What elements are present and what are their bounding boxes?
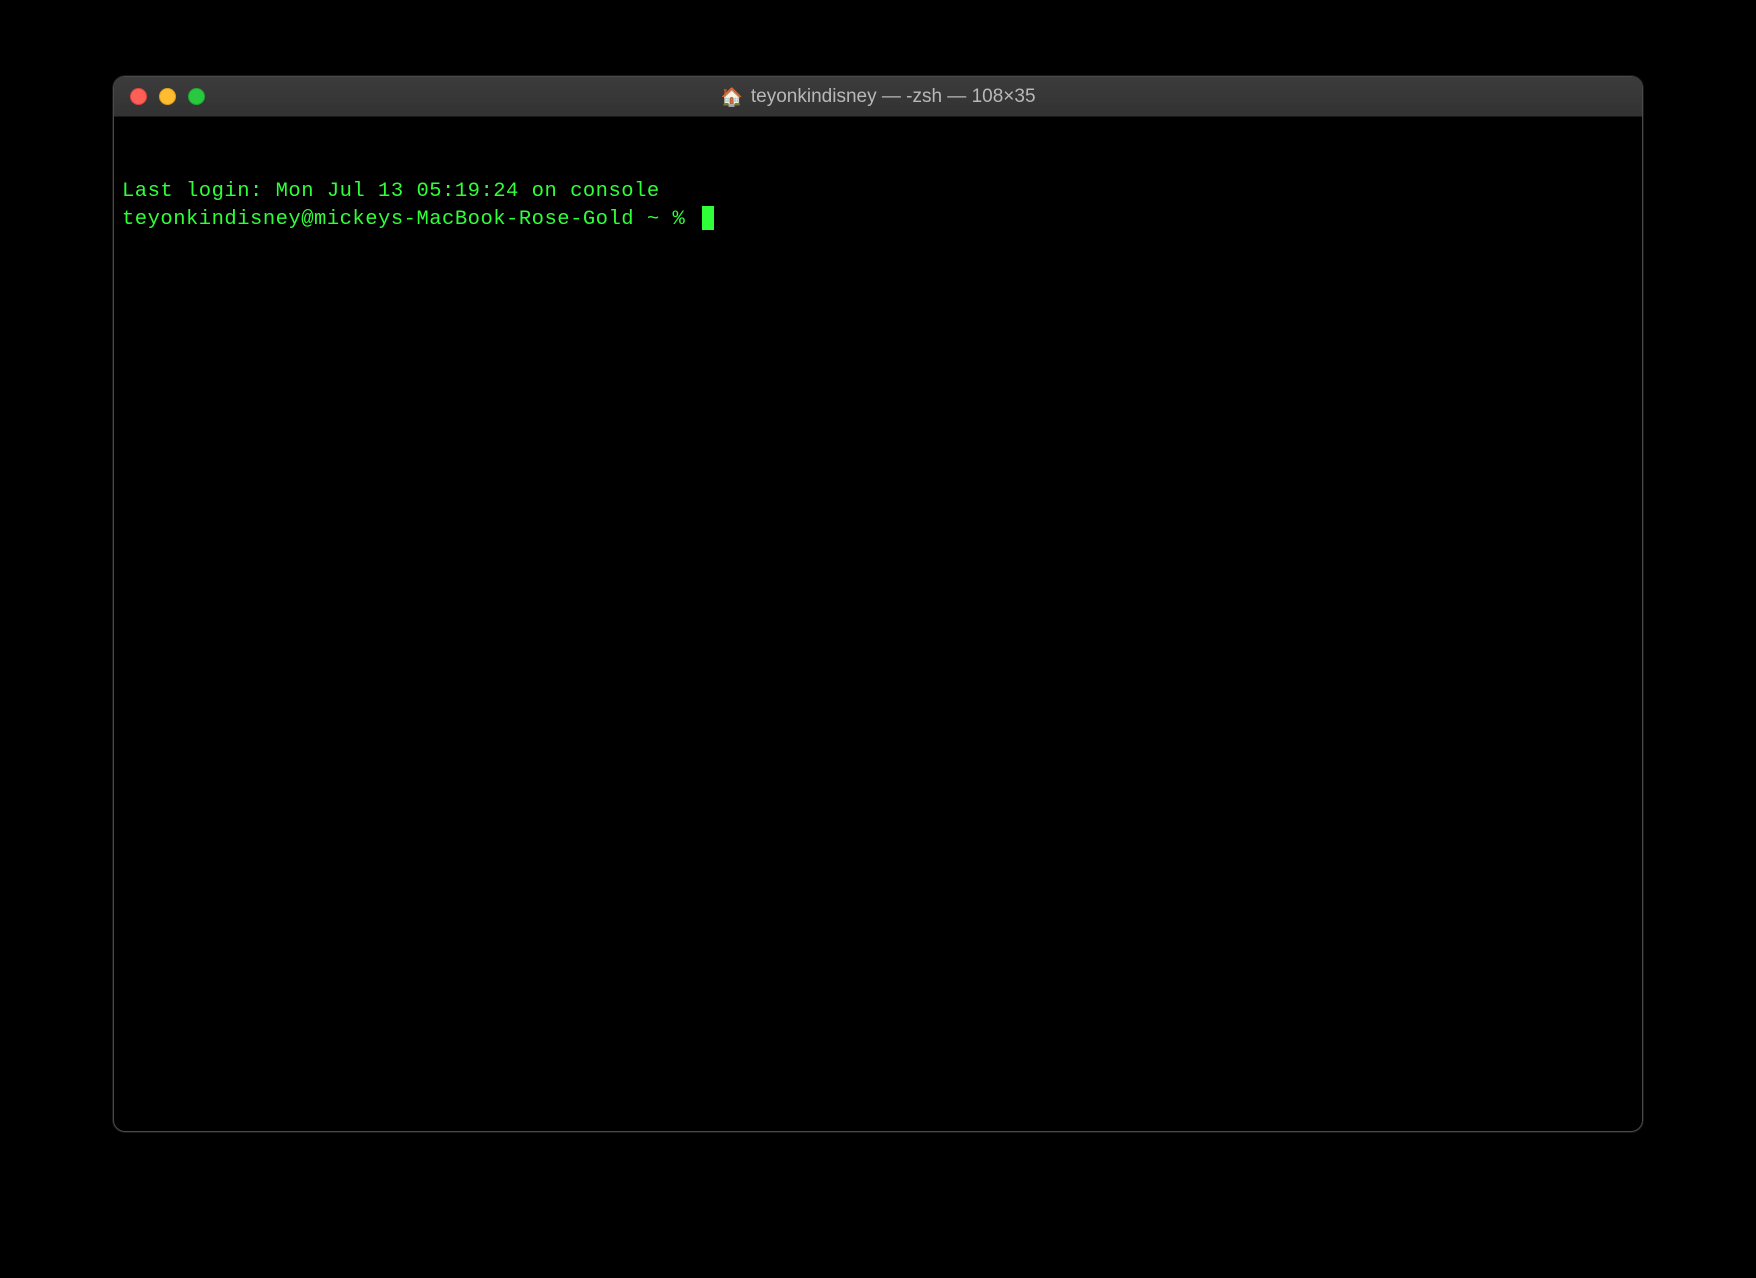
terminal-body[interactable]: Last login: Mon Jul 13 05:19:24 on conso… xyxy=(114,117,1642,295)
close-button[interactable] xyxy=(130,88,147,105)
cursor xyxy=(702,206,714,230)
home-icon: 🏠 xyxy=(720,88,742,106)
title-bar[interactable]: 🏠 teyonkindisney — -zsh — 108×35 xyxy=(114,77,1642,117)
maximize-button[interactable] xyxy=(188,88,205,105)
last-login-line: Last login: Mon Jul 13 05:19:24 on conso… xyxy=(122,178,1634,206)
window-title-text: teyonkindisney — -zsh — 108×35 xyxy=(751,86,1036,108)
window-title: 🏠 teyonkindisney — -zsh — 108×35 xyxy=(720,86,1035,108)
terminal-window: 🏠 teyonkindisney — -zsh — 108×35 Last lo… xyxy=(113,76,1643,1132)
minimize-button[interactable] xyxy=(159,88,176,105)
shell-prompt: teyonkindisney@mickeys-MacBook-Rose-Gold… xyxy=(122,206,698,234)
traffic-lights xyxy=(130,88,205,105)
